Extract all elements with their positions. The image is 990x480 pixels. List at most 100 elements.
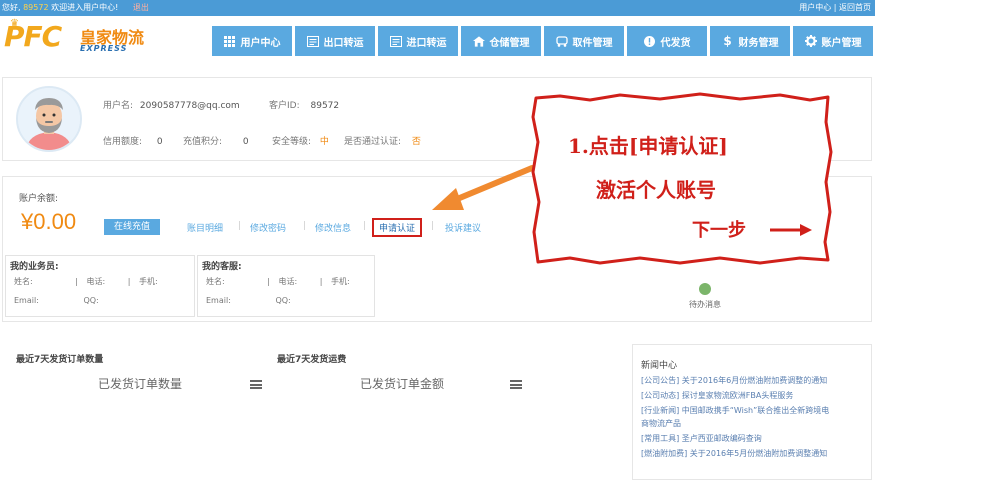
nav-label: 财务管理 [738, 37, 779, 49]
link-feedback[interactable]: 投诉建议 [445, 221, 481, 234]
house-icon [472, 35, 485, 47]
verified-value: 否 [411, 137, 421, 147]
salesperson-email-label: Email: [14, 296, 39, 305]
arrow-right-icon [770, 224, 812, 236]
security-value: 中 [319, 137, 329, 147]
top-right-links[interactable]: 用户中心 | 返回首页 [799, 0, 871, 16]
separator: | [363, 221, 367, 231]
points-label: 充值积分: [183, 137, 223, 147]
customer-id-value: 89572 [310, 101, 340, 111]
recharge-button[interactable]: 在线充值 [104, 219, 160, 235]
nav-warehouse[interactable]: 仓储管理 [461, 26, 541, 56]
nav-export[interactable]: 出口转运 [295, 26, 375, 56]
news-item-continued[interactable]: 商物流产品 [641, 418, 681, 429]
salesperson-contact-row: 姓名: | 电话: | 手机: [14, 277, 158, 286]
tutorial-callout: 1.点击[申请认证] 激活个人账号 下一步 [530, 92, 834, 266]
salesperson-qq-label: QQ: [83, 296, 99, 305]
service-box: 我的客服: 姓名: | 电话: | 手机: Email: QQ: [197, 255, 375, 317]
nav-import[interactable]: 进口转运 [378, 26, 458, 56]
link-statement[interactable]: 账目明细 [187, 221, 223, 234]
logo[interactable]: ♛ PFC 皇家物流 EXPRESS [4, 18, 154, 56]
news-item[interactable]: [常用工具] 圣卢西亚邮政编码查询 [641, 433, 762, 444]
annotation-arrow-icon [432, 165, 535, 210]
news-panel: 新闻中心 [公司公告] 关于2016年6月份燃油附加费调整的通知 [公司动态] … [632, 344, 872, 480]
separator: | [303, 221, 307, 231]
service-mobile-label: 手机: [331, 277, 350, 286]
main-nav: 用户中心 出口转运 进口转运 仓储管理 取件管理 代发货 $ 财务管理 账户管理 [212, 26, 873, 56]
nav-finance[interactable]: $ 财务管理 [710, 26, 790, 56]
separator: | [431, 221, 435, 231]
fees-chart-title: 已发货订单金额 [360, 377, 445, 391]
salesperson-phone-label: 电话: [86, 277, 106, 286]
link-edit-info[interactable]: 修改信息 [315, 221, 351, 234]
callout-line3: 下一步 [692, 220, 746, 241]
car-icon [555, 35, 568, 47]
orders-chart-title: 已发货订单数量 [98, 377, 183, 391]
salesperson-mobile-label: 手机: [139, 277, 158, 286]
user-id: 89572 [23, 3, 49, 12]
salesperson-box: 我的业务员: 姓名: | 电话: | 手机: Email: QQ: [5, 255, 195, 317]
credit-value: 0 [156, 137, 163, 147]
nav-label: 进口转运 [406, 37, 447, 49]
todo-messages-label: 待办消息 [689, 300, 721, 309]
customer-id-row: 客户ID: 89572 [269, 98, 339, 111]
grid-icon [224, 35, 236, 47]
avatar [16, 86, 82, 152]
orders-stat-title: 最近7天发货订单数量 [16, 355, 104, 365]
nav-user-center[interactable]: 用户中心 [212, 26, 292, 56]
logo-tagline: EXPRESS [80, 44, 128, 53]
welcome-text: 您好, 89572 欢迎进入用户中心! 退出 [2, 0, 149, 16]
nav-dropship[interactable]: 代发货 [627, 26, 707, 56]
dollar-icon: $ [723, 34, 732, 48]
greeting: 您好, [2, 3, 21, 12]
service-phone-label: 电话: [278, 277, 298, 286]
top-bar: 您好, 89572 欢迎进入用户中心! 退出 用户中心 | 返回首页 [0, 0, 875, 16]
alert-icon [644, 35, 656, 47]
apply-verification-link[interactable]: 申请认证 [372, 218, 423, 237]
document-icon [306, 35, 319, 47]
stats-panel: 最近7天发货订单数量 已发货订单数量 最近7天发货运费 已发货订单金额 [2, 342, 607, 480]
username-value: 2090587778@qq.com [139, 101, 240, 111]
callout-line2: 激活个人账号 [596, 178, 716, 202]
news-item[interactable]: [公司公告] 关于2016年6月份燃油附加费调整的通知 [641, 375, 827, 386]
service-email-label: Email: [206, 296, 231, 305]
service-email-row: Email: QQ: [206, 296, 291, 305]
news-item[interactable]: [公司动态] 探讨皇家物流欧洲FBA头程服务 [641, 390, 793, 401]
security-row: 安全等级: 中 [272, 134, 329, 147]
nav-label: 出口转运 [323, 37, 364, 49]
verified-row: 是否通过认证: 否 [344, 134, 421, 147]
username-label: 用户名: [103, 101, 134, 111]
message-icon [699, 283, 711, 295]
nav-label: 用户中心 [240, 37, 281, 49]
document-icon [389, 35, 402, 47]
gear-icon [804, 35, 817, 47]
link-change-password[interactable]: 修改密码 [250, 221, 286, 234]
menu-icon[interactable] [250, 380, 262, 389]
separator: | [238, 221, 242, 231]
salesperson-title: 我的业务员: [10, 262, 59, 272]
news-title: 新闻中心 [641, 361, 678, 371]
nav-label: 取件管理 [572, 37, 613, 49]
points-value: 0 [242, 137, 249, 147]
header: ♛ PFC 皇家物流 EXPRESS 用户中心 出口转运 进口转运 仓储管理 取… [0, 16, 875, 60]
credit-row: 信用额度: 0 [103, 134, 163, 147]
service-name-label: 姓名: [206, 277, 225, 286]
balance-amount: ¥0.00 [21, 209, 77, 234]
verified-label: 是否通过认证: [344, 137, 402, 147]
logo-mark: PFC [4, 20, 62, 53]
news-item[interactable]: [燃油附加费] 关于2016年5月份燃油附加费调整通知 [641, 448, 827, 459]
nav-account[interactable]: 账户管理 [793, 26, 873, 56]
service-contact-row: 姓名: | 电话: | 手机: [206, 277, 350, 286]
nav-label: 仓储管理 [489, 37, 530, 49]
welcome-message: 欢迎进入用户中心! [51, 3, 119, 12]
credit-label: 信用额度: [103, 137, 143, 147]
menu-icon[interactable] [510, 380, 522, 389]
todo-messages[interactable]: 待办消息 [680, 283, 730, 310]
balance-label: 账户余额: [19, 194, 59, 204]
nav-pickup[interactable]: 取件管理 [544, 26, 624, 56]
callout-line1: 1.点击[申请认证] [568, 134, 728, 158]
salesperson-email-row: Email: QQ: [14, 296, 99, 305]
username-row: 用户名: 2090587778@qq.com [103, 98, 240, 111]
news-item[interactable]: [行业新闻] 中国邮政携手“Wish”联合推出全新跨境电 [641, 405, 829, 416]
logout-link[interactable]: 退出 [133, 3, 149, 12]
